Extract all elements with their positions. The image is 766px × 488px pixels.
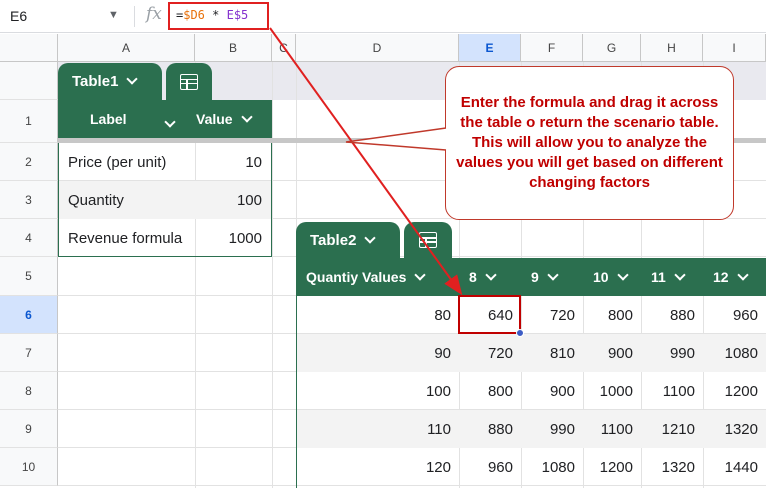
callout-tail xyxy=(345,127,447,151)
arrow-line xyxy=(269,27,463,296)
annotation-arrows xyxy=(269,27,463,296)
